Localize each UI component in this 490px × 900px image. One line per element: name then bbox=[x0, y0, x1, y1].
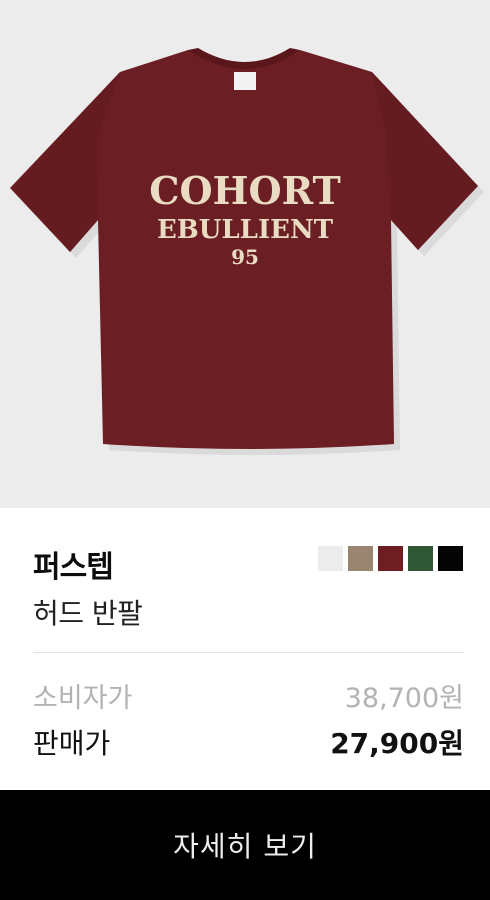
retail-price-label: 소비자가 bbox=[33, 683, 133, 714]
print-line-2: EBULLIENT bbox=[157, 215, 334, 245]
print-line-3: 95 bbox=[231, 245, 259, 269]
swatch-burgundy[interactable] bbox=[378, 546, 403, 571]
color-swatches bbox=[318, 546, 463, 571]
product-image[interactable]: COHORT EBULLIENT 95 bbox=[0, 0, 490, 508]
swatch-green[interactable] bbox=[408, 546, 433, 571]
swatch-white[interactable] bbox=[318, 546, 343, 571]
sale-price-label: 판매가 bbox=[33, 727, 111, 760]
swatch-black[interactable] bbox=[438, 546, 463, 571]
retail-price-value: 38,700원 bbox=[344, 683, 464, 714]
tshirt-illustration: COHORT EBULLIENT 95 bbox=[10, 48, 484, 455]
print-line-1: COHORT bbox=[149, 168, 341, 213]
sale-price-row: 판매가 27,900원 bbox=[33, 722, 464, 762]
divider bbox=[33, 652, 464, 653]
sale-price-value: 27,900원 bbox=[330, 727, 464, 760]
view-details-button[interactable]: 자세히 보기 bbox=[0, 790, 490, 900]
brand-name[interactable]: 퍼스텝 bbox=[33, 542, 114, 586]
retail-price-row: 소비자가 38,700원 bbox=[33, 676, 464, 715]
swatch-beige[interactable] bbox=[348, 546, 373, 571]
product-name[interactable]: 허드 반팔 bbox=[33, 592, 143, 632]
shirt-tag bbox=[234, 72, 256, 90]
